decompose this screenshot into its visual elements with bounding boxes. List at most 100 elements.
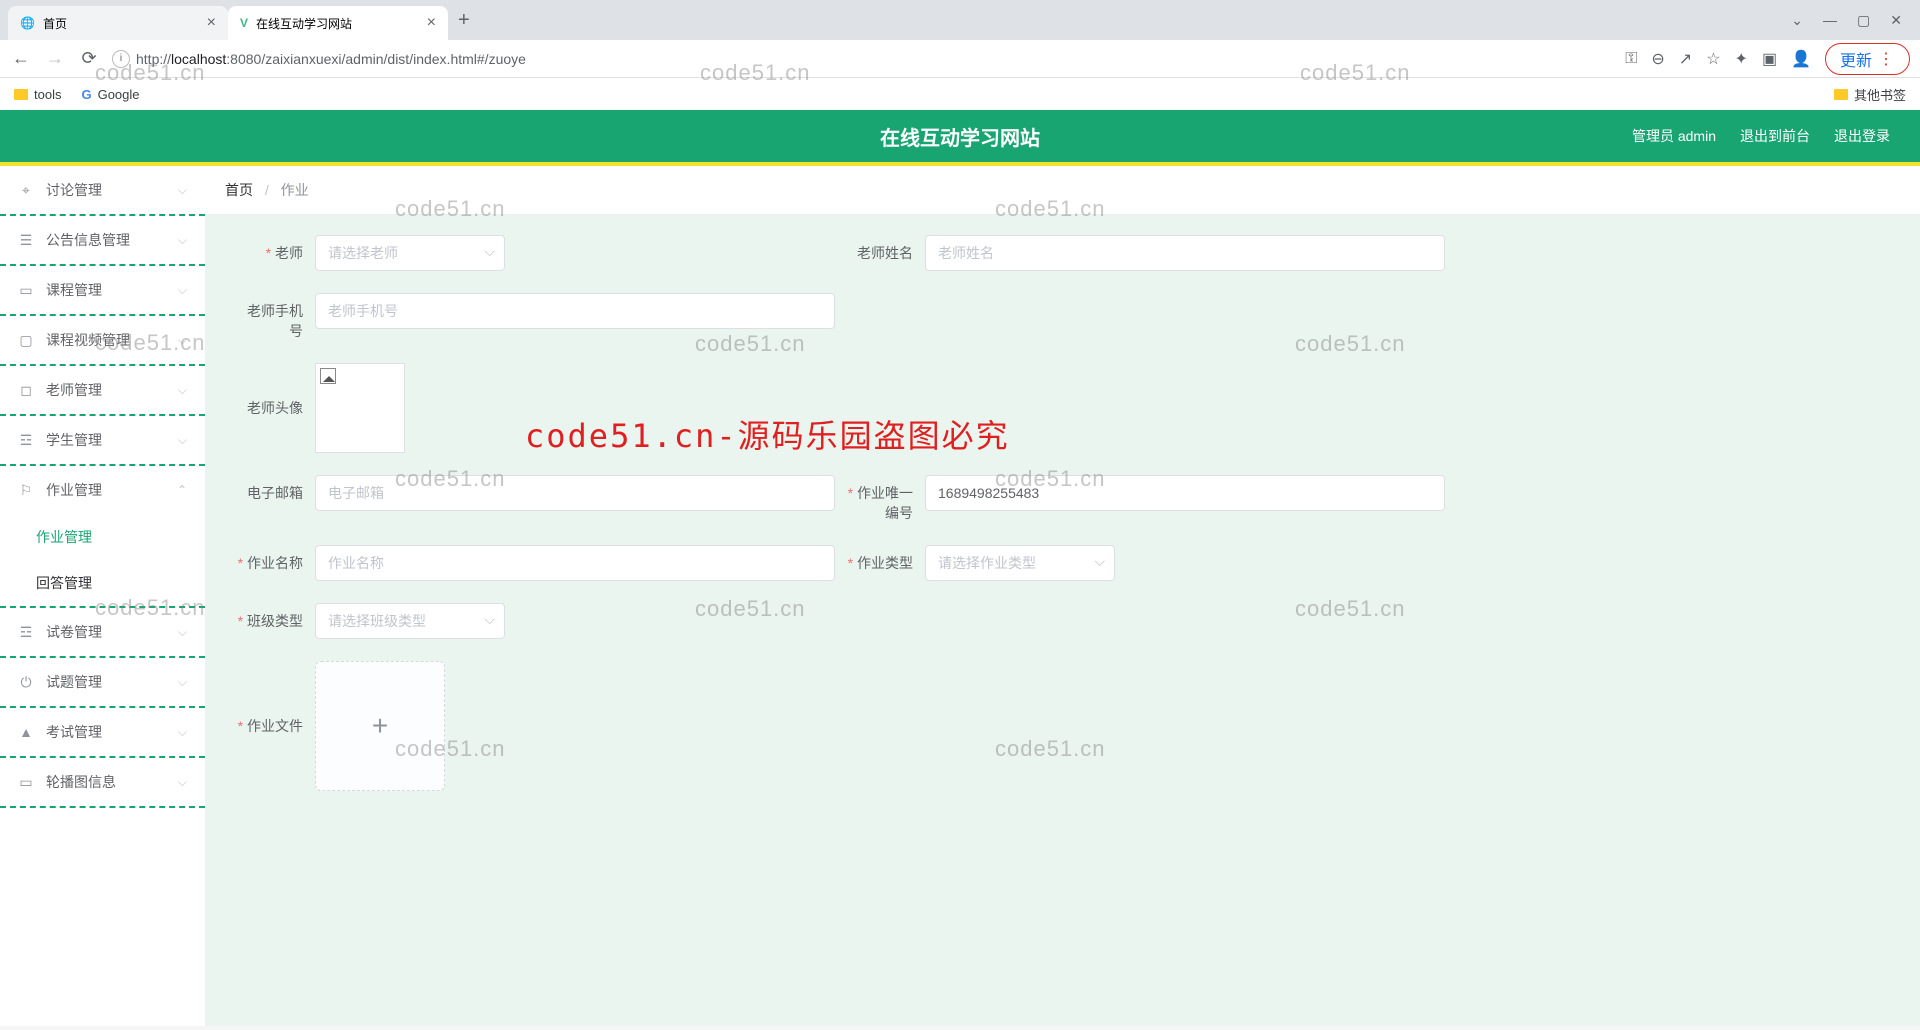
crop-icon: ◻ <box>18 382 34 398</box>
extensions-icon[interactable]: ✦ <box>1735 49 1748 69</box>
type-label: 作业类型 <box>845 545 925 581</box>
teacher-name-input[interactable] <box>925 235 1445 271</box>
chevron-down-icon: ⌵ <box>178 233 187 248</box>
file-label: 作业文件 <box>235 661 315 791</box>
reload-button[interactable]: ⟳ <box>78 48 100 69</box>
mic-icon: ⌖ <box>18 182 34 198</box>
unique-input[interactable] <box>925 475 1445 511</box>
list-icon: ☰ <box>18 232 34 248</box>
maximize-icon[interactable]: ▢ <box>1857 12 1870 29</box>
flag-icon: ⚐ <box>18 482 34 498</box>
file-upload[interactable]: + <box>315 661 445 791</box>
close-icon[interactable]: × <box>207 14 216 32</box>
sidebar-sub-homework-mgmt[interactable]: 作业管理 <box>0 514 205 560</box>
sidebar-item-course[interactable]: ▭课程管理⌵ <box>0 266 205 316</box>
bookmark-tools[interactable]: tools <box>14 87 61 102</box>
update-button[interactable]: 更新⋮ <box>1825 43 1910 75</box>
sidebar-item-video[interactable]: ▢课程视频管理⌵ <box>0 316 205 366</box>
chevron-down-icon: ⌵ <box>178 183 187 198</box>
image-icon: ▭ <box>18 774 34 790</box>
breadcrumb-current: 作业 <box>281 182 309 198</box>
admin-label[interactable]: 管理员 admin <box>1632 126 1716 146</box>
key-icon[interactable]: ⚿ <box>1625 50 1637 68</box>
bookmark-other[interactable]: 其他书签 <box>1834 85 1906 104</box>
plus-icon: + <box>372 710 388 742</box>
breadcrumb: 首页 / 作业 <box>205 166 1920 215</box>
teacher-select[interactable] <box>315 235 505 271</box>
bookmark-google[interactable]: GGoogle <box>81 87 139 102</box>
chevron-down-icon: ⌵ <box>178 625 187 640</box>
class-label: 班级类型 <box>235 603 315 639</box>
browser-toolbar: ← → ⟳ i http://localhost:8080/zaixianxue… <box>0 40 1920 78</box>
sidebar-item-announcement[interactable]: ☰公告信息管理⌵ <box>0 216 205 266</box>
chevron-up-icon: ⌃ <box>177 483 187 497</box>
browser-tab-strip: 🌐 首页 × V 在线互动学习网站 × + ⌄ — ▢ ✕ <box>0 0 1920 40</box>
chevron-down-icon: ⌵ <box>178 283 187 298</box>
folder-icon <box>14 89 28 100</box>
teacher-label: 老师 <box>235 235 315 271</box>
video-icon: ▢ <box>18 332 34 348</box>
teacher-phone-input[interactable] <box>315 293 835 329</box>
user-icon: ▲ <box>18 724 34 740</box>
homework-type-select[interactable] <box>925 545 1115 581</box>
chevron-down-icon: ⌵ <box>178 775 187 790</box>
chevron-down-icon: ⌵ <box>178 383 187 398</box>
app-title: 在线互动学习网站 <box>880 122 1040 151</box>
app-header: 在线互动学习网站 管理员 admin 退出到前台 退出登录 <box>0 110 1920 166</box>
zoom-icon[interactable]: ⊖ <box>1651 49 1664 69</box>
vue-icon: V <box>240 16 248 30</box>
sidebar-item-student[interactable]: ☲学生管理⌵ <box>0 416 205 466</box>
star-icon[interactable]: ☆ <box>1706 49 1720 69</box>
folder-icon <box>1834 89 1848 100</box>
browser-tab-active[interactable]: V 在线互动学习网站 × <box>228 6 448 40</box>
window-controls: ⌄ — ▢ ✕ <box>1791 12 1912 29</box>
panel-icon[interactable]: ▣ <box>1762 49 1777 69</box>
teacher-avatar-label: 老师头像 <box>235 363 315 453</box>
new-tab-button[interactable]: + <box>448 9 480 32</box>
minimize-icon[interactable]: — <box>1823 12 1837 29</box>
homework-name-input[interactable] <box>315 545 835 581</box>
teacher-avatar-image[interactable] <box>315 363 405 453</box>
back-button[interactable]: ← <box>10 48 32 69</box>
exit-front-link[interactable]: 退出到前台 <box>1740 126 1810 146</box>
bookmarks-bar: tools GGoogle 其他书签 <box>0 78 1920 110</box>
close-icon[interactable]: × <box>427 14 436 32</box>
close-window-icon[interactable]: ✕ <box>1890 12 1902 29</box>
forward-button[interactable]: → <box>44 48 66 69</box>
sidebar-item-exam[interactable]: ▲考试管理⌵ <box>0 708 205 758</box>
teacher-phone-label: 老师手机号 <box>235 293 315 341</box>
email-label: 电子邮箱 <box>235 475 315 511</box>
site-info-icon[interactable]: i <box>112 50 130 68</box>
chevron-down-icon: ⌵ <box>178 725 187 740</box>
sidebar-item-teacher[interactable]: ◻老师管理⌵ <box>0 366 205 416</box>
menu-icon: ☲ <box>18 432 34 448</box>
tab-title: 在线互动学习网站 <box>256 15 352 32</box>
chevron-down-icon: ⌵ <box>178 675 187 690</box>
class-type-select[interactable] <box>315 603 505 639</box>
address-bar[interactable]: i http://localhost:8080/zaixianxuexi/adm… <box>112 50 1613 68</box>
unique-label: 作业唯一编号 <box>845 475 925 523</box>
broken-image-icon <box>320 368 336 384</box>
sidebar-item-question[interactable]: ⏻试题管理⌵ <box>0 658 205 708</box>
sidebar-sub-answer-mgmt[interactable]: 回答管理 <box>0 560 205 608</box>
layers-icon: ☲ <box>18 624 34 640</box>
homework-form: 老师 老师姓名 老师手机号 老师头像 <box>205 215 1920 833</box>
chevron-down-icon: ⌵ <box>178 333 187 348</box>
sidebar-item-discussion[interactable]: ⌖讨论管理⌵ <box>0 166 205 216</box>
share-icon[interactable]: ↗ <box>1679 49 1692 69</box>
sidebar-item-homework[interactable]: ⚐作业管理⌃ <box>0 466 205 514</box>
monitor-icon: ▭ <box>18 282 34 298</box>
url-text: http://localhost:8080/zaixianxuexi/admin… <box>136 51 526 67</box>
main-content: 首页 / 作业 老师 老师姓名 老师手机号 <box>205 166 1920 1026</box>
google-icon: G <box>81 87 91 102</box>
chevron-down-icon[interactable]: ⌄ <box>1791 12 1803 29</box>
browser-tab[interactable]: 🌐 首页 × <box>8 6 228 40</box>
sidebar-item-exam-paper[interactable]: ☲试卷管理⌵ <box>0 608 205 658</box>
tab-title: 首页 <box>43 15 67 32</box>
logout-link[interactable]: 退出登录 <box>1834 126 1890 146</box>
email-input[interactable] <box>315 475 835 511</box>
profile-icon[interactable]: 👤 <box>1791 49 1811 69</box>
sidebar-item-carousel[interactable]: ▭轮播图信息⌵ <box>0 758 205 808</box>
teacher-name-label: 老师姓名 <box>845 235 925 271</box>
breadcrumb-home[interactable]: 首页 <box>225 182 253 198</box>
